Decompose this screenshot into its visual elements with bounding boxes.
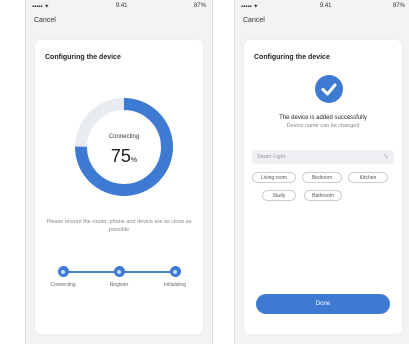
progress-number: 75 [110,146,131,166]
success-title: The device is added successfully [279,115,367,121]
chip-living-room[interactable]: Living room [252,172,296,183]
carrier-signal: ▪▪▪▪▪ ✦ [241,3,259,10]
chip-study[interactable]: Study [262,190,296,201]
progress-label: Connecting [108,134,140,140]
step-connecting: Connecting [43,266,83,288]
chip-bathroom[interactable]: Bathroom [304,190,342,201]
card-title: Configuring the device [254,54,330,61]
progress-value: 75% [73,146,175,167]
chip-bedroom[interactable]: Bedroom [302,172,342,183]
carrier-signal: ▪▪▪▪▪ ✦ [32,3,50,10]
status-time: 9:41 [319,3,332,9]
nav-bar: Cancel [235,12,409,28]
device-name-value: Smart Light [257,154,286,160]
step-register: Register [99,266,139,288]
nav-bar: Cancel [26,12,212,28]
check-circle-icon [315,75,343,103]
step-initializing: Initializing [155,266,195,288]
battery-level: 87% [193,3,206,9]
step-label: Initializing [164,282,186,288]
step-label: Register [109,282,129,288]
hint-text: Please ensure the router, phone and devi… [46,219,192,233]
config-card: Configuring the device Connecting 75% Pl… [35,40,203,334]
progress-ring: Connecting 75% [73,96,175,198]
card-title: Configuring the device [45,54,121,61]
edit-icon[interactable]: ✎ [383,153,389,161]
status-bar: ▪▪▪▪▪ ✦ 9:41 87% [235,0,409,12]
cancel-button[interactable]: Cancel [34,17,56,24]
step-indicator: Connecting Register Initializing [50,266,187,296]
step-dot [169,266,181,277]
success-subtitle: Device name can be changed [286,123,360,129]
step-label: Connecting [50,282,76,288]
phone-screen-success: ▪▪▪▪▪ ✦ 9:41 87% Cancel Configuring the … [234,0,409,344]
step-dot [57,266,69,277]
device-name-input[interactable]: Smart Light ✎ [252,150,394,164]
success-card: Configuring the device The device is add… [244,40,402,334]
status-bar: ▪▪▪▪▪ ✦ 9:41 87% [26,0,212,12]
battery-level: 87% [392,3,405,9]
done-button[interactable]: Done [256,294,390,314]
status-time: 9:41 [115,3,128,9]
progress-unit: % [130,157,138,164]
cancel-button[interactable]: Cancel [243,17,265,24]
step-dot [113,266,125,277]
phone-screen-configuring: ▪▪▪▪▪ ✦ 9:41 87% Cancel Configuring the … [25,0,213,344]
chip-kitchen[interactable]: Kitchen [348,172,388,183]
